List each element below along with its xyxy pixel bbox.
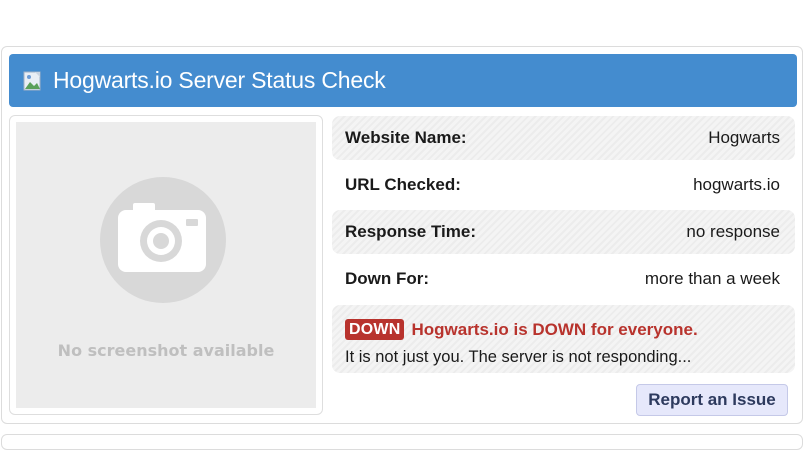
info-value: no response [686, 222, 780, 241]
page-title: Hogwarts.io Server Status Check [53, 67, 386, 93]
screenshot-placeholder: No screenshot available [16, 122, 316, 408]
info-label: Response Time: [345, 222, 477, 241]
camera-icon [100, 177, 226, 303]
info-label: Down For: [345, 269, 430, 288]
report-issue-button[interactable]: Report an Issue [636, 384, 788, 416]
info-value: hogwarts.io [693, 175, 780, 194]
status-panel: Hogwarts.io Server Status Check No scree… [1, 46, 803, 424]
info-row-response-time: Response Time: no response [332, 210, 795, 254]
status-badge: DOWN [345, 319, 405, 340]
secondary-panel [1, 434, 803, 450]
info-row-down-for: Down For: more than a week [332, 257, 795, 301]
info-label: URL Checked: [345, 175, 461, 194]
status-headline: Hogwarts.io is DOWN for everyone. [411, 319, 698, 339]
info-row-url-checked: URL Checked: hogwarts.io [332, 163, 795, 207]
status-detail: It is not just you. The server is not re… [345, 348, 692, 366]
broken-image-icon [23, 70, 45, 92]
no-screenshot-text: No screenshot available [57, 341, 275, 360]
panel-header: Hogwarts.io Server Status Check [9, 54, 797, 107]
info-row-website-name: Website Name: Hogwarts [332, 116, 795, 160]
status-message-box: DOWN Hogwarts.io is DOWN for everyone. I… [332, 305, 795, 373]
info-value: Hogwarts [708, 128, 780, 147]
screenshot-frame: No screenshot available [9, 115, 323, 415]
info-value: more than a week [644, 269, 780, 288]
info-label: Website Name: [345, 128, 467, 147]
info-table: Website Name: Hogwarts URL Checked: hogw… [332, 116, 795, 373]
